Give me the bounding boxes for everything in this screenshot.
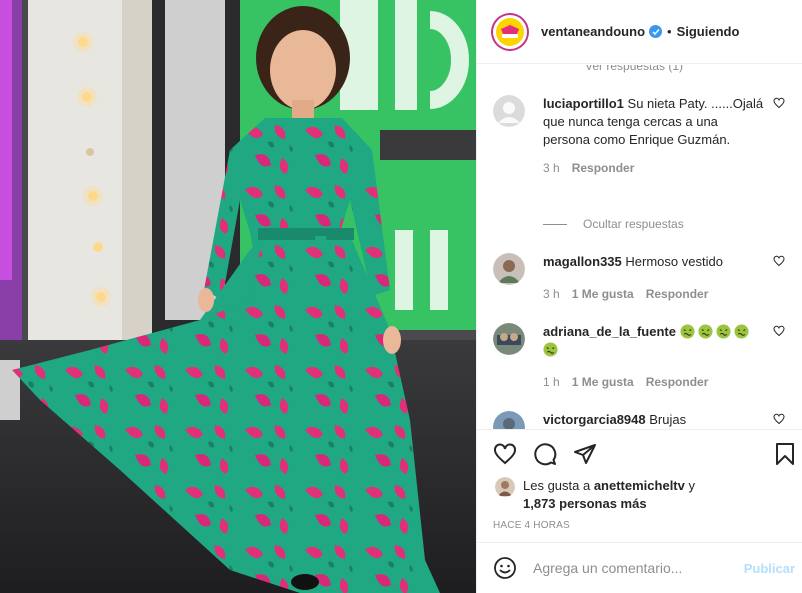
account-username[interactable]: ventaneandouno	[541, 24, 645, 39]
post-header: ventaneandouno • Siguiendo	[477, 0, 802, 64]
profile-photo-icon	[493, 323, 525, 355]
post-side-panel: ventaneandouno • Siguiendo Ver respuesta…	[476, 0, 802, 593]
likes-text: Les gusta a anettemicheltv y 1,873 perso…	[523, 477, 695, 513]
comment-time[interactable]: 1 h	[543, 373, 560, 391]
comment-meta: 3 h 1 Me gusta Responder	[543, 285, 765, 303]
reply-button[interactable]: Responder	[572, 159, 635, 177]
liker-username[interactable]: anettemicheltv	[594, 478, 685, 493]
like-comment-heart-icon[interactable]	[773, 97, 785, 109]
profile-photo-icon	[493, 411, 525, 429]
commenter-avatar[interactable]	[493, 253, 525, 285]
comment-icon[interactable]	[533, 442, 557, 466]
ventaneando-logo	[496, 17, 524, 46]
post-image	[0, 0, 476, 593]
profile-photo-icon	[495, 477, 515, 497]
account-avatar[interactable]	[491, 12, 529, 51]
hide-replies-label: Ocultar respuestas	[583, 217, 684, 231]
comment-body: luciaportillo1 Su nieta Paty. ......Ojal…	[543, 95, 765, 177]
reply-button[interactable]: Responder	[646, 285, 709, 303]
comment-username[interactable]: adriana_de_la_fuente	[543, 324, 676, 339]
comment-meta: 1 h 1 Me gusta Responder	[543, 373, 765, 391]
replies-divider	[543, 223, 567, 225]
comment-body: victorgarcia8948 Brujas	[543, 411, 765, 429]
comment-body: adriana_de_la_fuente 1 h 1 Me gusta Resp…	[543, 323, 765, 391]
nauseated-face-emoji	[716, 324, 731, 339]
separator-dot: •	[667, 24, 672, 39]
comment-time[interactable]: 3 h	[543, 285, 560, 303]
comment-text: Hermoso vestido	[625, 254, 723, 269]
logo-mark-icon	[501, 24, 519, 38]
post-actions: Les gusta a anettemicheltv y 1,873 perso…	[477, 429, 802, 542]
comment-username[interactable]: victorgarcia8948	[543, 412, 646, 427]
profile-photo-icon	[493, 253, 525, 285]
like-comment-heart-icon[interactable]	[773, 325, 785, 337]
hide-replies-toggle[interactable]: Ocultar respuestas	[543, 217, 684, 231]
comment-meta: 3 h Responder	[543, 159, 765, 177]
action-icons	[493, 442, 597, 466]
post-photo[interactable]	[0, 0, 476, 593]
comment-likes[interactable]: 1 Me gusta	[572, 285, 634, 303]
comment-text: Brujas	[649, 412, 687, 427]
nauseated-face-emoji	[698, 324, 713, 339]
comment-input[interactable]	[533, 560, 733, 576]
comment-time[interactable]: 3 h	[543, 159, 560, 177]
comments-list[interactable]: Ver respuestas (1) luciaportillo1 Su nie…	[477, 65, 802, 429]
likes-prefix: Les gusta a	[523, 478, 594, 493]
likes-summary: Les gusta a anettemicheltv y 1,873 perso…	[495, 477, 695, 513]
commenter-avatar[interactable]	[493, 323, 525, 355]
comment-body: magallon335 Hermoso vestido 3 h 1 Me gus…	[543, 253, 765, 303]
nauseated-face-emoji	[680, 324, 695, 339]
post-timestamp[interactable]: HACE 4 HORAS	[493, 520, 570, 531]
likes-others-link[interactable]: 1,873 personas más	[523, 496, 647, 511]
commenter-avatar[interactable]	[493, 411, 525, 429]
like-comment-heart-icon[interactable]	[773, 413, 785, 425]
commenter-avatar[interactable]	[493, 95, 525, 127]
comment-username[interactable]: magallon335	[543, 254, 622, 269]
like-comment-heart-icon[interactable]	[773, 255, 785, 267]
comment-username[interactable]: luciaportillo1	[543, 96, 624, 111]
nauseated-face-emoji	[543, 342, 558, 357]
share-icon[interactable]	[573, 442, 597, 466]
comment-likes[interactable]: 1 Me gusta	[572, 373, 634, 391]
heart-icon[interactable]	[493, 442, 517, 466]
avatar-inner	[493, 14, 527, 49]
bookmark-icon[interactable]	[773, 442, 797, 466]
reply-button[interactable]: Responder	[646, 373, 709, 391]
following-button[interactable]: Siguiendo	[677, 24, 740, 39]
emoji-picker-icon[interactable]	[493, 556, 517, 580]
likes-suffix: y	[684, 478, 695, 493]
default-avatar-icon	[493, 95, 525, 127]
verified-badge-icon	[649, 25, 663, 38]
liker-avatar[interactable]	[495, 477, 515, 497]
view-replies-link[interactable]: Ver respuestas (1)	[585, 65, 683, 73]
nauseated-face-emoji	[734, 324, 749, 339]
add-comment-bar: Publicar	[477, 542, 802, 593]
post-comment-button[interactable]: Publicar	[744, 561, 795, 576]
